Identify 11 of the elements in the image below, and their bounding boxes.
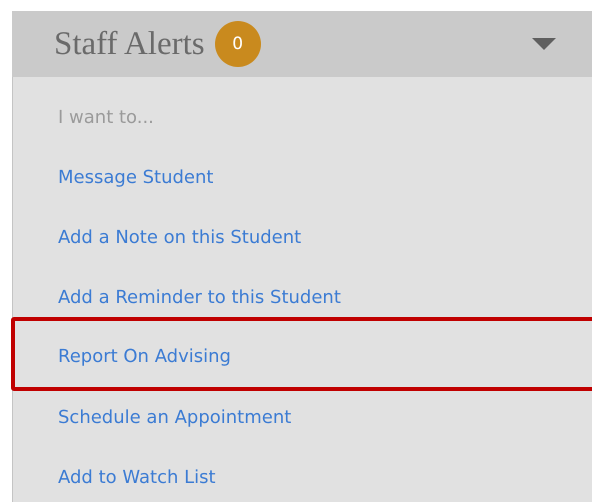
panel-header[interactable]: Staff Alerts 0 [12,11,592,77]
panel-title: Staff Alerts [54,26,205,62]
menu-heading: I want to... [57,106,155,130]
menu-link[interactable]: Add to Watch List [58,466,216,488]
menu-link[interactable]: Schedule an Appointment [58,406,292,428]
count-badge: 0 [214,21,261,67]
menu-link[interactable]: Report On Advising [58,346,231,366]
caret-icon[interactable] [532,38,556,50]
menu-link[interactable]: Message Student [58,166,214,188]
menu-link[interactable]: Add a Reminder to this Student [58,286,341,308]
menu-link[interactable]: Add a Note on this Student [58,226,302,248]
